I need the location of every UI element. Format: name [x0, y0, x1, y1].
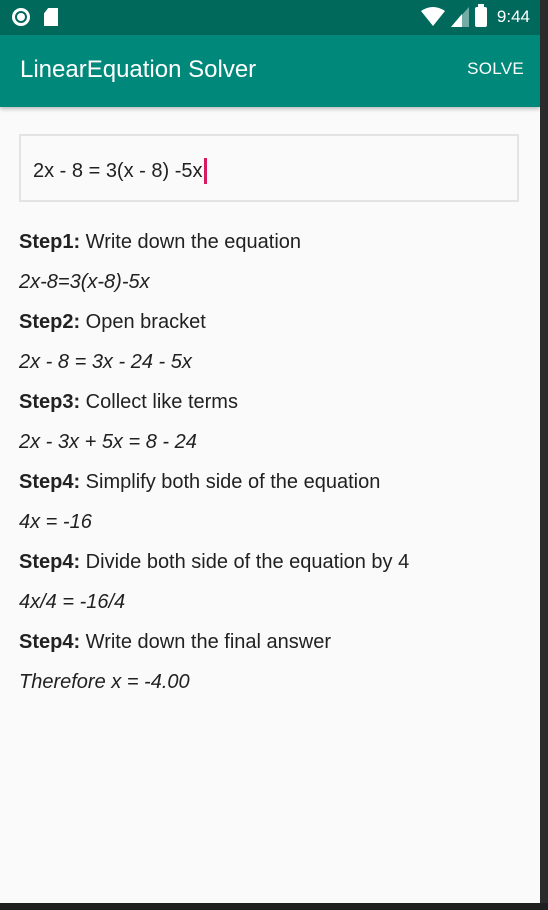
screen-right-edge [540, 0, 548, 910]
step-label: Step2: [19, 311, 81, 333]
sd-card-icon [44, 8, 58, 26]
step-label: Step1: [19, 231, 81, 253]
status-time: 9:44 [496, 7, 530, 26]
step-heading: Step4: Divide both side of the equation … [19, 549, 529, 589]
status-right: 9:44 [420, 4, 530, 27]
step-equation: 2x - 8 = 3x - 24 - 5x [19, 351, 192, 373]
step-equation: 2x - 3x + 5x = 8 - 24 [19, 431, 197, 453]
status-bar: 9:44 [0, 0, 540, 35]
status-left [12, 8, 58, 26]
step-description: Open bracket [80, 311, 206, 333]
step-equation: 4x/4 = -16/4 [19, 591, 126, 613]
step-heading: Step3: Collect like terms [19, 389, 529, 429]
step-heading: Step2: Open bracket [19, 309, 529, 349]
equation-input-content[interactable]: 2x - 8 = 3(x - 8) -5x [33, 158, 207, 184]
wifi-icon [420, 7, 445, 26]
step-description: Simplify both side of the equation [80, 471, 381, 493]
step-description: Collect like terms [80, 391, 238, 413]
step-description: Write down the equation [80, 231, 302, 253]
solution-steps: Step1: Write down the equation 2x-8=3(x-… [19, 229, 529, 709]
app-screen: 9:44 LinearEquation Solver SOLVE 2x - 8 … [0, 0, 540, 903]
step-heading: Step1: Write down the equation [19, 229, 529, 269]
equation-input-value: 2x - 8 = 3(x - 8) -5x [33, 159, 203, 182]
step-description: Divide both side of the equation by 4 [80, 551, 410, 573]
step-label: Step4: [19, 471, 81, 493]
equation-input[interactable]: 2x - 8 = 3(x - 8) -5x [19, 134, 519, 202]
screen-bottom-edge [0, 903, 548, 910]
step-label: Step4: [19, 551, 81, 573]
notification-circle-icon [12, 8, 30, 26]
final-answer: Therefore x = -4.00 [19, 671, 190, 693]
step-label: Step4: [19, 631, 81, 653]
app-bar: LinearEquation Solver SOLVE [0, 35, 540, 107]
step-heading: Step4: Write down the final answer [19, 629, 529, 669]
cellular-signal-icon [450, 7, 469, 27]
battery-icon [474, 4, 487, 27]
step-description: Write down the final answer [80, 631, 331, 653]
solve-button[interactable]: SOLVE [467, 59, 524, 79]
step-equation: 2x-8=3(x-8)-5x [19, 271, 150, 293]
step-label: Step3: [19, 391, 81, 413]
step-heading: Step4: Simplify both side of the equatio… [19, 469, 529, 509]
step-equation: 4x = -16 [19, 511, 92, 533]
text-caret [203, 158, 207, 184]
app-title: LinearEquation Solver [20, 56, 257, 83]
